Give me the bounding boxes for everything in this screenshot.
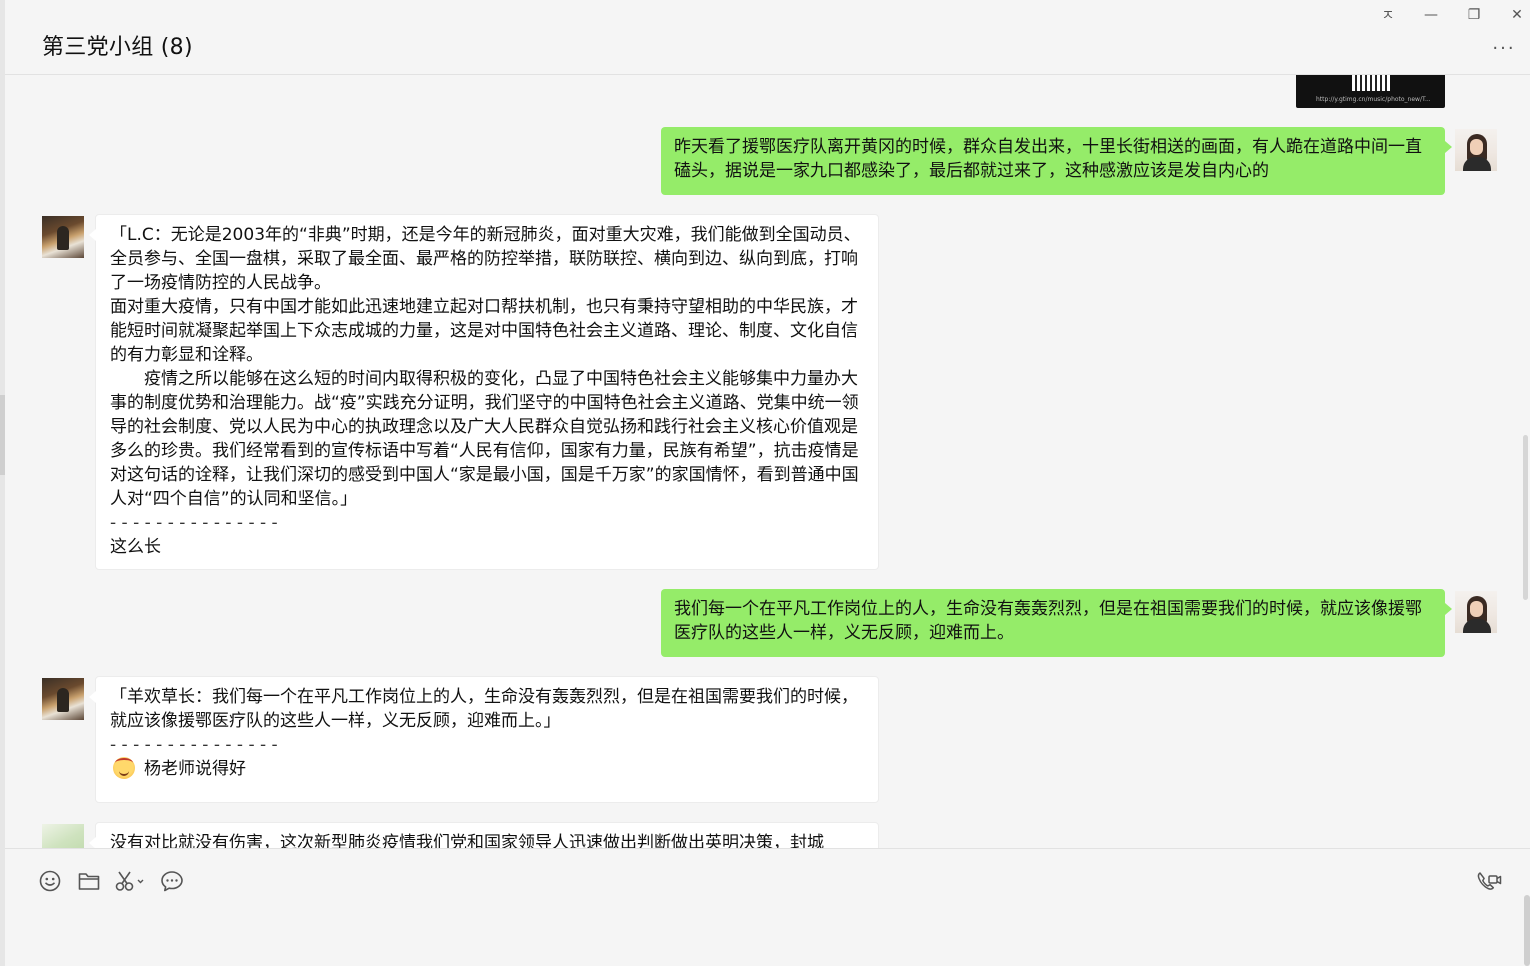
chat-title: 第三党小组 (8) bbox=[42, 35, 193, 60]
avatar-sender[interactable] bbox=[42, 216, 84, 258]
quoted-message: 「羊欢草长：我们每一个在平凡工作岗位上的人，生命没有轰轰烈烈，但是在祖国需要我们… bbox=[110, 687, 858, 731]
emoji-icon[interactable] bbox=[38, 869, 62, 893]
reply-text: 这么长 bbox=[110, 537, 161, 557]
pin-icon[interactable]: ㅈ bbox=[1375, 4, 1401, 26]
minimize-button[interactable]: — bbox=[1418, 4, 1444, 26]
message-bubble-self[interactable]: 我们每一个在平凡工作岗位上的人，生命没有轰轰烈烈，但是在祖国需要我们的时候，就应… bbox=[661, 589, 1452, 657]
image-message[interactable]: http://y.gtimg.cn/music/photo_new/T... bbox=[1296, 75, 1445, 108]
quoted-message: 「L.C：无论是2003年的“非典”时期，还是今年的新冠肺炎，面对重大灾难，我们… bbox=[110, 225, 861, 509]
avatar-self[interactable] bbox=[1455, 129, 1497, 171]
scrollbar-thumb[interactable] bbox=[1523, 435, 1528, 600]
avatar-self[interactable] bbox=[1455, 591, 1497, 633]
image-url-text: http://y.gtimg.cn/music/photo_new/T... bbox=[1316, 96, 1431, 103]
qr-code-image bbox=[1352, 75, 1390, 91]
close-button[interactable]: ✕ bbox=[1504, 4, 1530, 26]
input-scrollbar[interactable] bbox=[1524, 895, 1530, 966]
quote-separator: - - - - - - - - - - - - - - - bbox=[110, 513, 278, 533]
quote-separator: - - - - - - - - - - - - - - - bbox=[110, 735, 278, 755]
message-bubble-self[interactable]: 昨天看了援鄂医疗队离开黄冈的时候，群众自发出来，十里长街相送的画面，有人跪在道路… bbox=[661, 127, 1452, 195]
maximize-button[interactable]: ❐ bbox=[1461, 4, 1487, 26]
title-bar: 第三党小组 (8) ㅈ — ❐ ✕ ··· bbox=[5, 0, 1530, 75]
message-bubble-other[interactable]: 没有对比就没有伤害，这次新型肺炎疫情我们党和国家领导人迅速做出判断做出英明决策，… bbox=[89, 822, 879, 848]
message-bubble-other[interactable]: 「羊欢草长：我们每一个在平凡工作岗位上的人，生命没有轰轰烈烈，但是在祖国需要我们… bbox=[89, 676, 879, 803]
avatar-sender[interactable] bbox=[42, 678, 84, 720]
folder-icon[interactable] bbox=[77, 869, 101, 893]
message-bubble-other[interactable]: 「L.C：无论是2003年的“非典”时期，还是今年的新冠肺炎，面对重大灾难，我们… bbox=[89, 214, 879, 570]
scissors-icon[interactable] bbox=[114, 869, 146, 893]
reply-text: 杨老师说得好 bbox=[144, 759, 246, 779]
avatar-sender[interactable] bbox=[42, 824, 84, 848]
wechat-window: 第三党小组 (8) ㅈ — ❐ ✕ ··· http://y.gtimg.cn/… bbox=[0, 0, 1530, 966]
video-call-icon[interactable] bbox=[1475, 869, 1503, 893]
input-area[interactable] bbox=[5, 848, 1530, 966]
chat-history-icon[interactable] bbox=[160, 869, 184, 893]
emoji-icon bbox=[113, 757, 135, 779]
message-list[interactable]: http://y.gtimg.cn/music/photo_new/T... 昨… bbox=[5, 75, 1520, 848]
more-options-button[interactable]: ··· bbox=[1490, 38, 1518, 59]
